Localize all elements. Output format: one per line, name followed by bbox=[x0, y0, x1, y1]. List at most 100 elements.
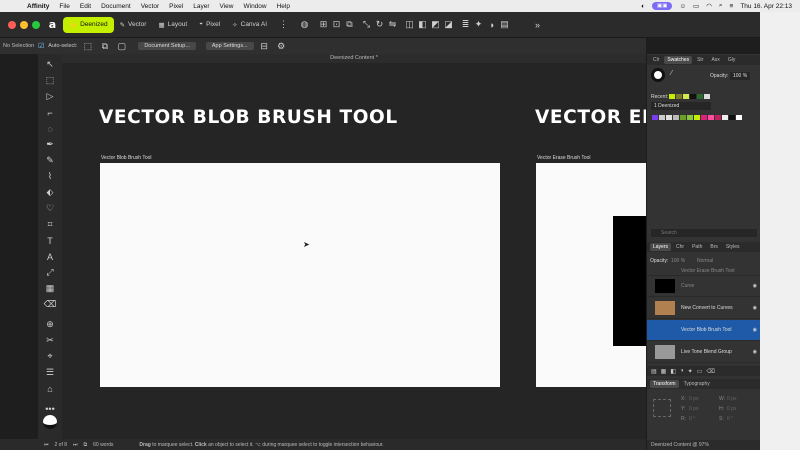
boolean-add-icon[interactable]: ◫ bbox=[403, 18, 416, 31]
menu-file[interactable]: File bbox=[54, 3, 74, 10]
add-adjustment-icon[interactable]: ◑ bbox=[680, 368, 684, 374]
shape-tool-icon[interactable]: ♡ bbox=[41, 202, 59, 215]
fill-tool-icon[interactable]: ⬖ bbox=[41, 186, 59, 199]
black-shape[interactable] bbox=[613, 216, 646, 346]
boolean-subtract-icon[interactable]: ◧ bbox=[416, 18, 429, 31]
menu-view[interactable]: View bbox=[215, 3, 239, 10]
pen-tool-icon[interactable]: ✒ bbox=[41, 138, 59, 151]
frame-text-tool-icon[interactable]: T bbox=[41, 234, 59, 247]
expand-panels-icon[interactable]: » bbox=[531, 18, 544, 31]
artboard-tool-icon[interactable]: ⬚ bbox=[41, 74, 59, 87]
search-icon[interactable]: ⌕ bbox=[719, 2, 723, 10]
battery-icon[interactable]: ▭ bbox=[693, 2, 699, 10]
tab-layers[interactable]: Layers bbox=[650, 243, 672, 251]
transform-icon[interactable]: ⤡ bbox=[360, 18, 373, 31]
menu-edit[interactable]: Edit bbox=[75, 3, 96, 10]
grid-icon[interactable]: ⊞ bbox=[317, 18, 330, 31]
palette-swatch[interactable] bbox=[687, 115, 693, 120]
recent-swatch[interactable] bbox=[683, 94, 689, 99]
corner-tool-icon[interactable]: ⌐ bbox=[41, 106, 59, 119]
palette-swatch[interactable] bbox=[715, 115, 721, 120]
visibility-icon[interactable]: ◉ bbox=[753, 305, 757, 311]
more-tools-icon[interactable]: ••• bbox=[41, 402, 59, 415]
palette-swatch[interactable] bbox=[736, 115, 742, 120]
recent-swatch[interactable] bbox=[676, 94, 682, 99]
persona-canva-ai[interactable]: ✧ Canva AI bbox=[226, 17, 273, 33]
blob-brush-tool-icon[interactable]: ✂ bbox=[41, 334, 59, 347]
menu-pixel[interactable]: Pixel bbox=[164, 3, 188, 10]
persona-vector[interactable]: ✎ Vector bbox=[114, 17, 153, 33]
eyedropper-icon[interactable]: ⁄ bbox=[671, 70, 672, 77]
adjustment-icon[interactable]: ◑ bbox=[485, 18, 498, 31]
menu-app[interactable]: Affinity bbox=[22, 3, 54, 10]
fill-stroke-well-icon[interactable] bbox=[651, 68, 665, 82]
menu-vector[interactable]: Vector bbox=[136, 3, 164, 10]
add-fx-icon[interactable]: ✦ bbox=[688, 368, 693, 375]
boolean-intersect-icon[interactable]: ◩ bbox=[429, 18, 442, 31]
move-tool-icon[interactable]: ↖ bbox=[41, 58, 59, 71]
rotate-icon[interactable]: ↻ bbox=[373, 18, 386, 31]
tab-glyphs[interactable]: Gly bbox=[725, 56, 739, 64]
menu-window[interactable]: Window bbox=[238, 3, 271, 10]
palette-swatch[interactable] bbox=[708, 115, 714, 120]
persona-deenized[interactable]: ⚡ Deenized bbox=[63, 16, 114, 33]
mask-icon[interactable]: ▤ bbox=[498, 18, 511, 31]
tab-path[interactable]: Path bbox=[689, 243, 705, 251]
tab-brushes[interactable]: Brs bbox=[707, 243, 721, 251]
transform-w-field[interactable]: 0 px bbox=[727, 396, 736, 402]
arrange-icon[interactable]: ⧉ bbox=[343, 18, 356, 31]
palette-select[interactable]: 1 Deenized bbox=[651, 102, 711, 110]
transform-r-field[interactable]: 0 ° bbox=[689, 416, 695, 422]
color-well-icon[interactable] bbox=[43, 415, 57, 429]
visibility-icon[interactable]: ◉ bbox=[753, 349, 757, 355]
person-icon[interactable]: ☺ bbox=[679, 3, 686, 10]
layer-row-selected[interactable]: Vector Blob Brush Tool ◉ bbox=[647, 320, 761, 341]
vector-brush-tool-icon[interactable]: ⌇ bbox=[41, 170, 59, 183]
tab-typography[interactable]: Typography bbox=[681, 380, 713, 388]
tab-character[interactable]: Chr bbox=[673, 243, 687, 251]
palette-swatch[interactable] bbox=[666, 115, 672, 120]
palette-swatch[interactable] bbox=[652, 115, 658, 120]
affinity-logo-icon[interactable]: a bbox=[46, 18, 59, 31]
artboard-blob-brush[interactable] bbox=[100, 163, 500, 387]
select-layer-icon[interactable]: ▢ bbox=[115, 40, 128, 53]
artistic-text-tool-icon[interactable]: A bbox=[41, 250, 59, 263]
snapping-icon[interactable]: ◍ bbox=[298, 18, 311, 31]
layer-options-icon[interactable]: ▤ bbox=[651, 368, 657, 375]
document-tab[interactable]: Deenized Content * bbox=[62, 54, 646, 63]
tab-assets[interactable]: Asx bbox=[708, 56, 722, 64]
flip-icon[interactable]: ⇋ bbox=[386, 18, 399, 31]
control-center-icon[interactable]: ≡ bbox=[730, 3, 734, 10]
persona-pixel[interactable]: ◓ Pixel bbox=[193, 17, 226, 33]
palette-swatch[interactable] bbox=[701, 115, 707, 120]
pencil-tool-icon[interactable]: ✎ bbox=[41, 154, 59, 167]
layer-opacity-value[interactable]: 100 % bbox=[671, 258, 685, 264]
visibility-icon[interactable]: ◉ bbox=[753, 327, 757, 333]
settings-gear-icon[interactable]: ⚙ bbox=[275, 40, 288, 53]
transform-s-field[interactable]: 0 ° bbox=[727, 416, 733, 422]
menu-document[interactable]: Document bbox=[96, 3, 136, 10]
palette-swatch[interactable] bbox=[659, 115, 665, 120]
palette-swatch[interactable] bbox=[694, 115, 700, 120]
layer-row[interactable]: Curve ◉ bbox=[647, 276, 761, 297]
minimize-window-icon[interactable] bbox=[20, 21, 28, 29]
zoom-window-icon[interactable] bbox=[32, 21, 40, 29]
layers-icon[interactable]: ≣ bbox=[459, 18, 472, 31]
table-tool-icon[interactable]: ▦ bbox=[41, 282, 59, 295]
node-tool-icon[interactable]: ▷ bbox=[41, 90, 59, 103]
anchor-grid-icon[interactable] bbox=[653, 399, 671, 417]
palette-swatch[interactable] bbox=[680, 115, 686, 120]
contour-tool-icon[interactable]: ◌ bbox=[41, 122, 59, 135]
preflight-icon[interactable]: ⧉ bbox=[84, 442, 88, 448]
palette-swatch[interactable] bbox=[729, 115, 735, 120]
tab-swatches[interactable]: Swatches bbox=[664, 56, 693, 64]
opacity-field[interactable]: 100 % bbox=[730, 72, 751, 80]
previous-page-icon[interactable]: ⏮ bbox=[44, 442, 49, 448]
blend-mode-select[interactable]: Normal bbox=[697, 258, 713, 264]
tab-colour[interactable]: Clr bbox=[650, 56, 662, 64]
layer-row[interactable]: Vector Erase Brush Tool bbox=[647, 266, 761, 276]
next-page-icon[interactable]: ⏭ bbox=[73, 442, 78, 448]
layer-row[interactable]: Live Tone Blend Group ◉ bbox=[647, 342, 761, 363]
select-icon[interactable]: ⬚ bbox=[81, 40, 94, 53]
swatch-search-field[interactable]: Search bbox=[651, 229, 757, 237]
